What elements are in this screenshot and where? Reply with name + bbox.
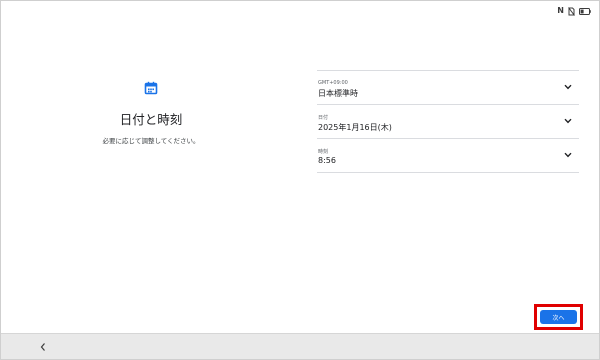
nfc-icon: N xyxy=(557,6,564,15)
time-value: 8:56 xyxy=(318,156,336,165)
chevron-down-icon xyxy=(564,152,572,158)
date-setting[interactable]: 日付 2025年1月16日(木) xyxy=(317,105,579,139)
status-bar: N xyxy=(557,4,591,18)
timezone-label: GMT+09:00 xyxy=(318,80,348,86)
time-label: 時刻 xyxy=(318,149,329,155)
chevron-left-icon[interactable] xyxy=(39,342,47,352)
timezone-value: 日本標準時 xyxy=(318,89,358,98)
next-button-highlight: 次へ xyxy=(534,304,583,330)
time-setting[interactable]: 時刻 8:56 xyxy=(317,139,579,173)
header-pane: 日付と時刻 必要に応じて調整してください。 xyxy=(1,81,301,145)
next-button[interactable]: 次へ xyxy=(540,310,577,324)
setup-screen: N 日付と時刻 必要に応じて調整してください。 GMT+09:00 日本標準時 … xyxy=(0,0,600,360)
page-subtitle: 必要に応じて調整してください。 xyxy=(102,137,200,145)
chevron-down-icon xyxy=(564,84,572,90)
page-title: 日付と時刻 xyxy=(119,112,183,127)
date-label: 日付 xyxy=(318,115,329,121)
date-value: 2025年1月16日(木) xyxy=(318,123,392,132)
settings-list: GMT+09:00 日本標準時 日付 2025年1月16日(木) 時刻 8:56 xyxy=(317,70,579,173)
timezone-setting[interactable]: GMT+09:00 日本標準時 xyxy=(317,71,579,105)
chevron-down-icon xyxy=(564,118,572,124)
calendar-icon xyxy=(144,81,158,95)
navigation-bar xyxy=(1,333,599,359)
no-sim-icon xyxy=(568,6,575,16)
battery-icon xyxy=(579,7,591,15)
